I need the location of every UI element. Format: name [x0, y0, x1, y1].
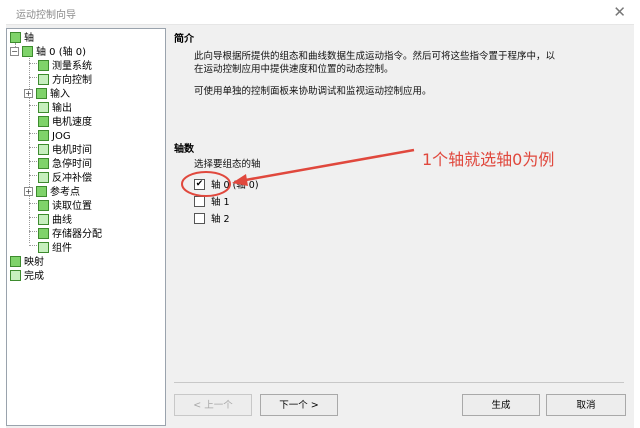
generate-button[interactable]: 生成: [462, 394, 540, 416]
next-button[interactable]: 下一个 >: [260, 394, 338, 416]
prev-button[interactable]: < 上一个: [174, 394, 252, 416]
button-divider: [174, 382, 624, 383]
wizard-window: 运动控制向导 ✕ 轴 − 轴 0 (轴 0) 测量系统 方向控制 + 输入 输出 电…: [6, 0, 634, 428]
arrow-line: [239, 148, 415, 183]
annotation-overlay: [181, 148, 415, 197]
highlight-ellipse: [181, 171, 231, 197]
annotation-text: 1个轴就选轴0为例: [422, 150, 555, 169]
cancel-button[interactable]: 取消: [546, 394, 626, 416]
window-edge: [634, 0, 640, 428]
arrow-head-icon: [232, 174, 248, 186]
